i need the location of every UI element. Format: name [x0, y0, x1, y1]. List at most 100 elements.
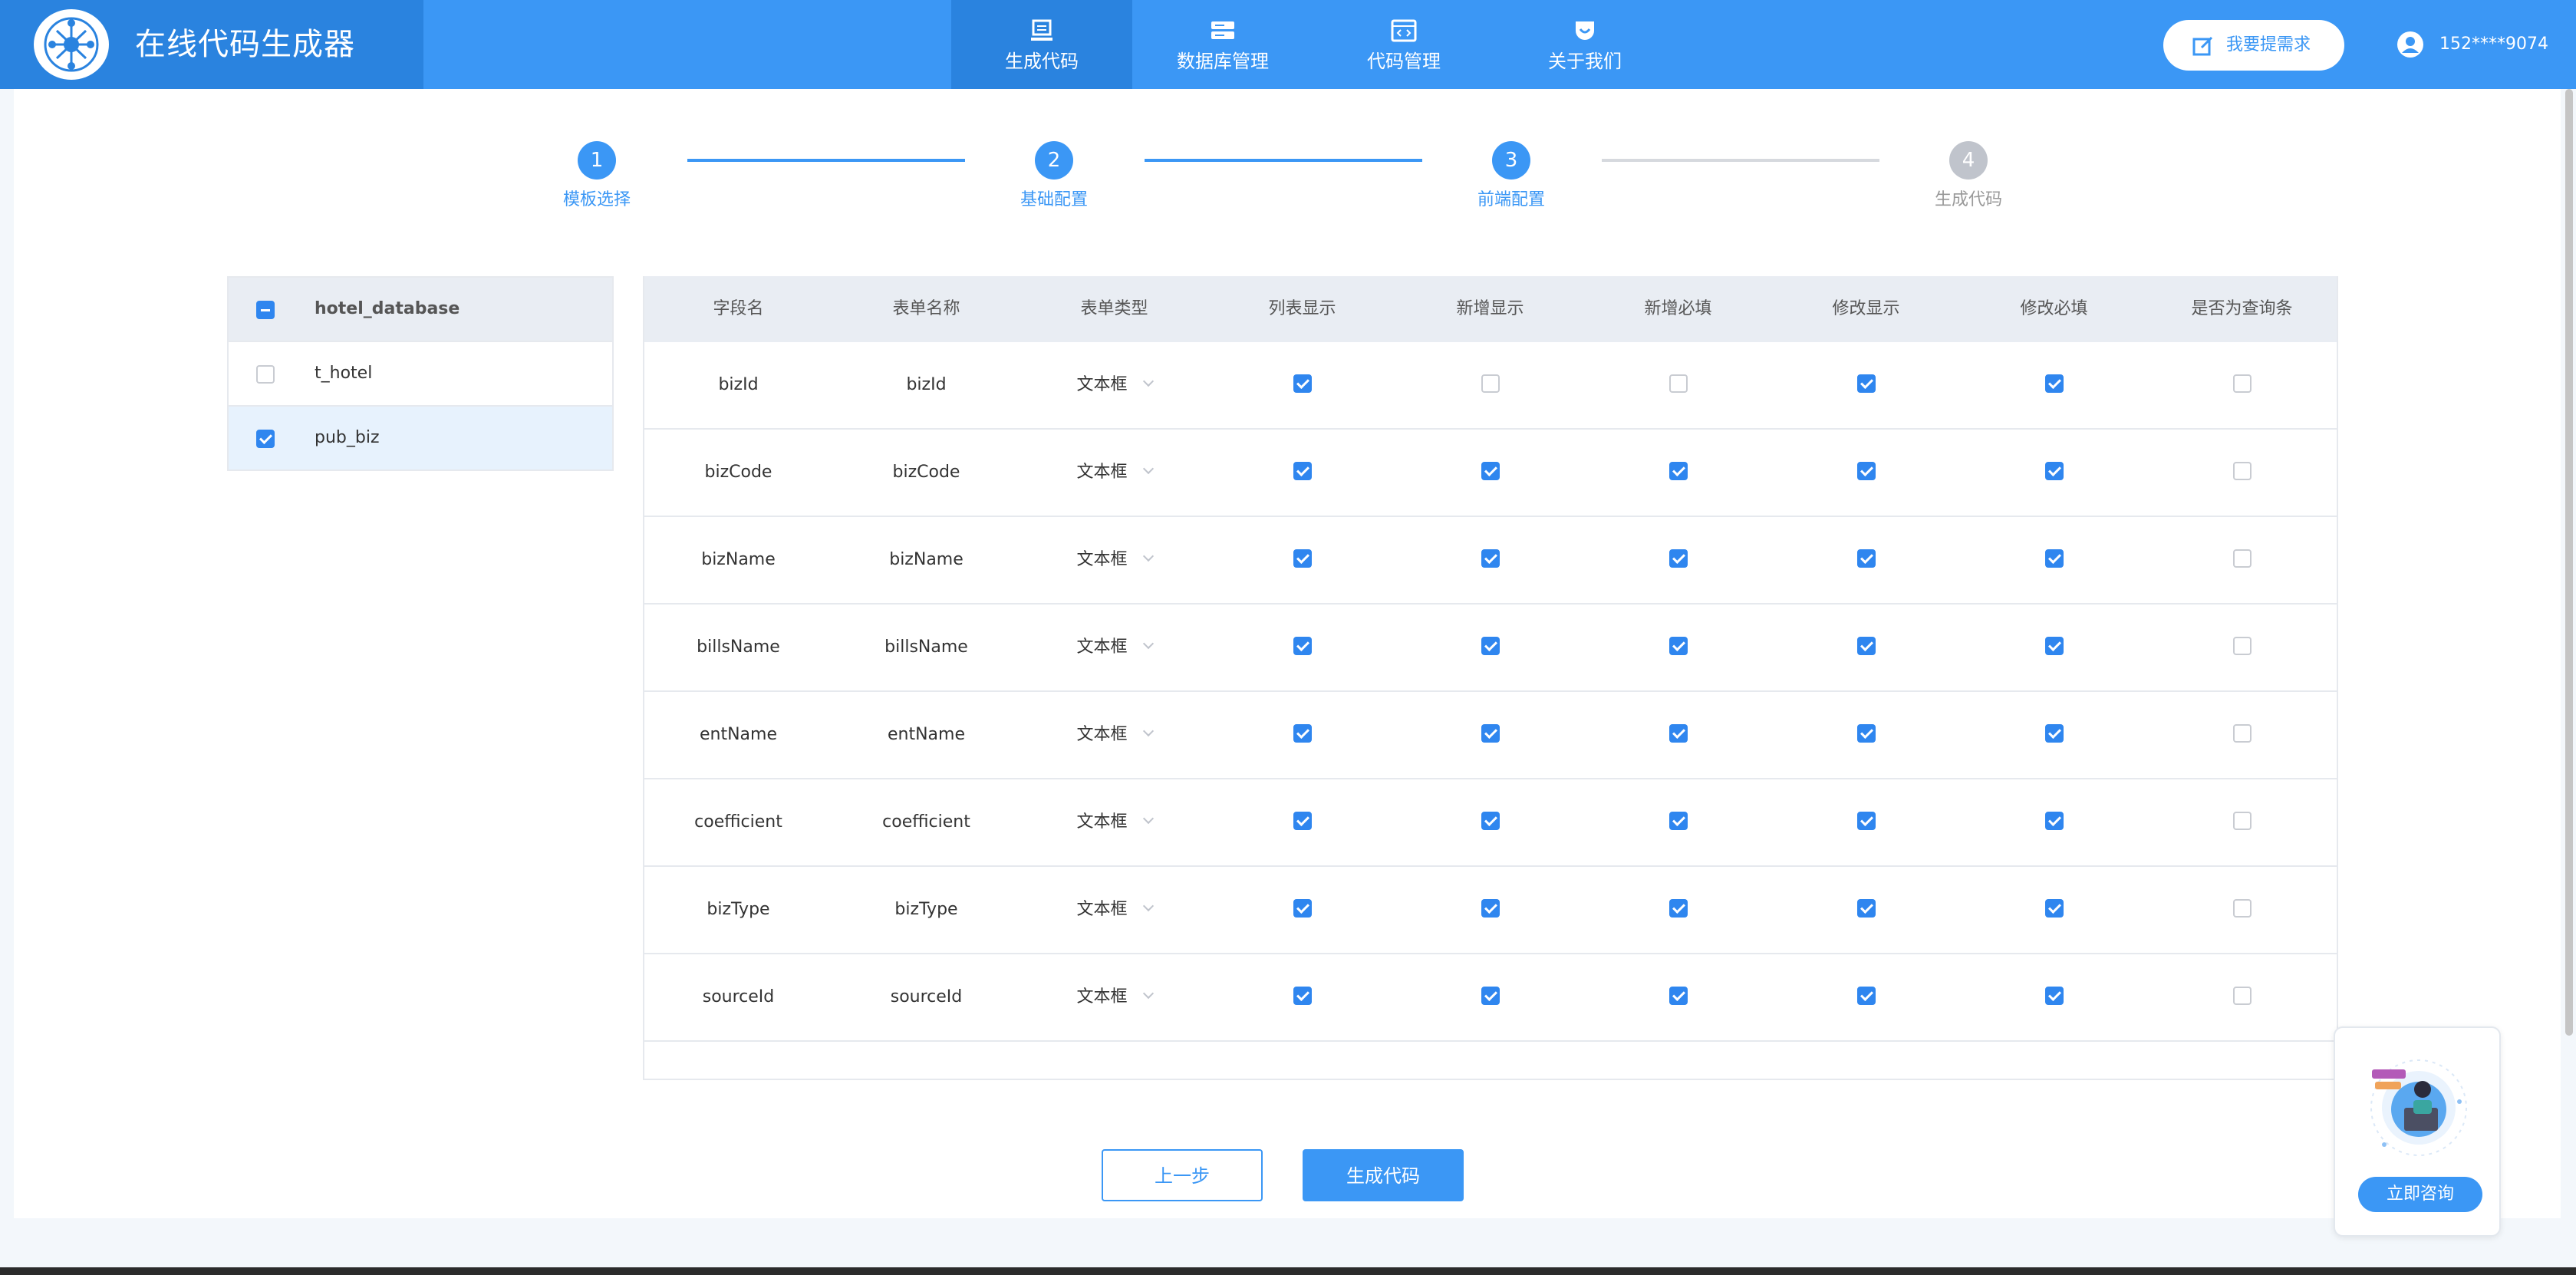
- form-name-cell: entName: [887, 725, 965, 744]
- consult-widget[interactable]: 立即咨询: [2334, 1026, 2501, 1237]
- checkbox[interactable]: [2044, 462, 2064, 480]
- form-type-value: 文本框: [1076, 375, 1128, 394]
- submit-request-button[interactable]: 我要提需求: [2163, 20, 2344, 71]
- form-type-select[interactable]: 文本框: [1020, 342, 1208, 428]
- checkbox[interactable]: [1668, 724, 1688, 743]
- generate-code-button[interactable]: 生成代码: [1303, 1149, 1464, 1201]
- checkbox[interactable]: [1481, 374, 1500, 393]
- form-type-select[interactable]: 文本框: [1020, 517, 1208, 603]
- checkbox[interactable]: [1668, 549, 1688, 568]
- submit-request-label: 我要提需求: [2226, 35, 2311, 54]
- step-label: 模板选择: [562, 190, 631, 209]
- column-header: 是否为查询条: [2191, 299, 2293, 318]
- checkbox[interactable]: [2232, 899, 2252, 918]
- checkbox[interactable]: [2232, 637, 2252, 655]
- form-type-select[interactable]: 文本框: [1020, 605, 1208, 690]
- checkbox-cell: [1772, 342, 1960, 428]
- field-name-cell: bizType: [707, 900, 770, 919]
- checkbox[interactable]: [1481, 724, 1500, 743]
- previous-step-button[interactable]: 上一步: [1102, 1149, 1263, 1201]
- checkbox-indeterminate[interactable]: [256, 301, 275, 319]
- checkbox[interactable]: [1293, 462, 1312, 480]
- checkbox[interactable]: [1293, 724, 1312, 743]
- checkbox[interactable]: [1856, 987, 1876, 1005]
- field-name-cell: coefficient: [694, 812, 782, 832]
- checkbox-cell: [1772, 517, 1960, 603]
- checkbox[interactable]: [1856, 724, 1876, 743]
- checkbox[interactable]: [1856, 462, 1876, 480]
- checkbox[interactable]: [1856, 637, 1876, 655]
- step-number: 2: [1035, 141, 1073, 180]
- checkbox[interactable]: [1293, 987, 1312, 1005]
- checkbox[interactable]: [1293, 637, 1312, 655]
- checkbox[interactable]: [1668, 374, 1688, 393]
- checkbox[interactable]: [1481, 812, 1500, 830]
- checkbox[interactable]: [1856, 374, 1876, 393]
- checkbox-cell: [1396, 430, 1584, 516]
- checkbox[interactable]: [1668, 812, 1688, 830]
- checkbox[interactable]: [1856, 812, 1876, 830]
- checkbox[interactable]: [2044, 899, 2064, 918]
- checkbox[interactable]: [2232, 812, 2252, 830]
- checkbox[interactable]: [1293, 549, 1312, 568]
- column-header: 修改必填: [2020, 299, 2088, 318]
- table-row: bizCode bizCode 文本框: [644, 430, 2337, 517]
- page-scrollbar[interactable]: [2565, 89, 2573, 1036]
- checkbox[interactable]: [1481, 899, 1500, 918]
- checkbox-cell: [1960, 867, 2148, 953]
- checkbox[interactable]: [2044, 812, 2064, 830]
- checkbox[interactable]: [2232, 462, 2252, 480]
- checkbox-cell: [1960, 779, 2148, 865]
- checkbox[interactable]: [1668, 637, 1688, 655]
- column-header: 新增必填: [1644, 299, 1712, 318]
- step-connector: [1602, 159, 1879, 162]
- checkbox[interactable]: [2044, 724, 2064, 743]
- tree-item-pub-biz[interactable]: pub_biz: [229, 407, 612, 471]
- checkbox-cell: [1960, 605, 2148, 690]
- form-name-cell: bizType: [894, 900, 958, 919]
- nav-item-code-manage[interactable]: 代码管理: [1313, 0, 1494, 89]
- checkbox[interactable]: [1293, 374, 1312, 393]
- column-header: 新增显示: [1456, 299, 1524, 318]
- checkbox-cell: [1772, 954, 1960, 1040]
- form-type-select[interactable]: 文本框: [1020, 430, 1208, 516]
- checkbox[interactable]: [256, 430, 275, 448]
- checkbox[interactable]: [1856, 899, 1876, 918]
- form-type-select[interactable]: 文本框: [1020, 692, 1208, 778]
- form-type-select[interactable]: 文本框: [1020, 779, 1208, 865]
- consult-now-button[interactable]: 立即咨询: [2358, 1177, 2482, 1212]
- checkbox[interactable]: [1481, 462, 1500, 480]
- form-name-cell: coefficient: [882, 812, 970, 832]
- checkbox[interactable]: [1481, 637, 1500, 655]
- checkbox[interactable]: [1481, 987, 1500, 1005]
- checkbox[interactable]: [1668, 462, 1688, 480]
- checkbox[interactable]: [2232, 987, 2252, 1005]
- checkbox[interactable]: [1293, 899, 1312, 918]
- form-type-select[interactable]: 文本框: [1020, 867, 1208, 953]
- checkbox[interactable]: [256, 365, 275, 384]
- checkbox[interactable]: [2232, 374, 2252, 393]
- checkbox[interactable]: [2232, 549, 2252, 568]
- checkbox[interactable]: [2044, 549, 2064, 568]
- form-name-cell: bizCode: [892, 463, 960, 482]
- checkbox[interactable]: [1856, 549, 1876, 568]
- form-type-select[interactable]: 文本框: [1020, 954, 1208, 1040]
- tree-item-t-hotel[interactable]: t_hotel: [229, 342, 612, 407]
- column-header: 字段名: [713, 299, 764, 318]
- checkbox[interactable]: [1668, 987, 1688, 1005]
- nav-item-database[interactable]: 数据库管理: [1132, 0, 1313, 89]
- brand-title: 在线代码生成器: [135, 27, 355, 62]
- brand[interactable]: 在线代码生成器: [0, 0, 423, 89]
- checkbox[interactable]: [1481, 549, 1500, 568]
- nav-item-generate-code[interactable]: 生成代码: [951, 0, 1132, 89]
- table-row: bizId bizId 文本框: [644, 342, 2337, 430]
- tree-item-database[interactable]: hotel_database: [229, 278, 612, 342]
- checkbox[interactable]: [1293, 812, 1312, 830]
- checkbox[interactable]: [2044, 637, 2064, 655]
- checkbox[interactable]: [1668, 899, 1688, 918]
- checkbox[interactable]: [2044, 374, 2064, 393]
- checkbox[interactable]: [2044, 987, 2064, 1005]
- chevron-down-icon: [1142, 900, 1154, 912]
- checkbox[interactable]: [2232, 724, 2252, 743]
- nav-item-about[interactable]: 关于我们: [1494, 0, 1675, 89]
